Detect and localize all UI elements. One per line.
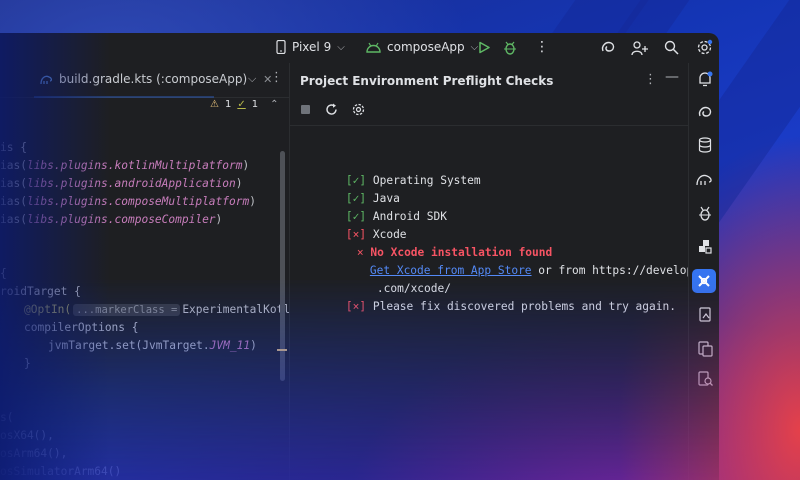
ai-icon[interactable] bbox=[695, 103, 715, 123]
ide-window: Pixel 9 ⌵ composeApp ⌵ ⋮ build.gradle.kt… bbox=[0, 33, 719, 480]
code-line: } bbox=[24, 357, 31, 370]
settings-icon[interactable] bbox=[352, 103, 365, 116]
tab-underline bbox=[34, 96, 214, 98]
phone-icon bbox=[276, 40, 286, 54]
device-explorer-icon[interactable] bbox=[695, 369, 715, 389]
code-line: is { bbox=[0, 141, 27, 154]
running-devices-icon[interactable] bbox=[695, 339, 715, 359]
inspection-widget[interactable]: ⚠ 1 ✓ 1 ⌃ ⌄ bbox=[210, 99, 299, 110]
gradle-file-icon bbox=[40, 73, 53, 85]
editor-scrollbar[interactable] bbox=[280, 151, 285, 381]
code-line: osX64(), bbox=[0, 429, 54, 442]
final-status-row: [×] Please fix discovered problems and t… bbox=[292, 287, 676, 326]
code-line: ias(libs.plugins.androidApplication) bbox=[0, 177, 243, 190]
more-actions-button[interactable]: ⋮ bbox=[535, 39, 549, 55]
config-label: composeApp bbox=[387, 40, 465, 54]
app-inspection-icon[interactable] bbox=[695, 305, 715, 325]
tab-label: build.gradle.kts (:composeApp) bbox=[59, 72, 248, 86]
code-line: ias(libs.plugins.composeMultiplatform) bbox=[0, 195, 256, 208]
parameter-hint: ...markerClass = bbox=[73, 304, 181, 316]
settings-button[interactable] bbox=[696, 39, 713, 56]
rerun-button[interactable] bbox=[325, 103, 338, 116]
code-editor: build.gradle.kts (:composeApp) ✕ ⌵ ⋮ ⚠ 1… bbox=[0, 63, 324, 480]
warning-stripe-marker[interactable] bbox=[277, 349, 287, 351]
weak-warnings-count: 1 bbox=[251, 99, 259, 110]
final-message: Please fix discovered problems and try a… bbox=[372, 300, 676, 313]
code-line: roidTarget { bbox=[0, 285, 81, 298]
code-line: jvmTarget.set(JvmTarget.JVM_11) bbox=[48, 339, 257, 352]
warnings-count: 1 bbox=[224, 99, 232, 110]
options-icon[interactable]: ⋮ bbox=[644, 72, 657, 87]
device-manager-icon[interactable] bbox=[695, 237, 715, 257]
device-label: Pixel 9 bbox=[292, 40, 332, 54]
tool-window-title: Project Environment Preflight Checks bbox=[300, 74, 554, 88]
editor-tab-bar: build.gradle.kts (:composeApp) ✕ ⌵ ⋮ bbox=[0, 63, 289, 98]
gradle-icon[interactable] bbox=[695, 169, 715, 189]
debug-button[interactable] bbox=[503, 40, 517, 55]
editor-tab[interactable]: build.gradle.kts (:composeApp) ✕ bbox=[40, 72, 272, 86]
main-toolbar: Pixel 9 ⌵ composeApp ⌵ ⋮ bbox=[0, 33, 719, 63]
run-config-selector[interactable]: composeApp ⌵ bbox=[366, 40, 478, 54]
kotlin-multiplatform-icon[interactable] bbox=[692, 269, 716, 293]
database-icon[interactable] bbox=[695, 135, 715, 155]
previous-highlight-icon[interactable]: ⌃ bbox=[270, 99, 278, 110]
device-selector[interactable]: Pixel 9 ⌵ bbox=[276, 40, 345, 54]
ai-assistant-button[interactable] bbox=[600, 40, 616, 56]
add-user-button[interactable] bbox=[631, 40, 648, 56]
chevron-down-icon: ⌵ bbox=[337, 41, 345, 53]
chevron-down-icon[interactable]: ⌵ bbox=[248, 72, 256, 86]
right-tool-stripe bbox=[688, 63, 719, 480]
tab-more-icon[interactable]: ⋮ bbox=[270, 70, 283, 85]
tool-window-actions bbox=[300, 103, 365, 116]
code-line: s( bbox=[0, 411, 14, 424]
code-line: { bbox=[0, 267, 7, 280]
notifications-icon[interactable] bbox=[695, 69, 715, 89]
code-line: @OptIn(...markerClass = ExperimentalKotli… bbox=[24, 303, 324, 316]
android-icon bbox=[366, 42, 381, 53]
weak-warning-icon: ✓ bbox=[237, 99, 246, 110]
code-line: osSimulatorArm64() bbox=[0, 465, 122, 478]
code-line: ias(libs.plugins.kotlinMultiplatform) bbox=[0, 159, 250, 172]
run-button[interactable] bbox=[478, 41, 490, 54]
bug-icon[interactable] bbox=[695, 203, 715, 223]
minimize-icon[interactable]: — bbox=[665, 69, 679, 85]
stop-button[interactable] bbox=[300, 104, 311, 115]
final-status: [×] bbox=[345, 300, 367, 313]
code-line: compilerOptions { bbox=[24, 321, 139, 334]
code-line: ias(libs.plugins.composeCompiler) bbox=[0, 213, 223, 226]
warning-icon: ⚠ bbox=[210, 99, 219, 110]
tool-window-header: Project Environment Preflight Checks ⋮ — bbox=[290, 63, 688, 97]
preflight-tool-window: Project Environment Preflight Checks ⋮ —… bbox=[290, 63, 719, 480]
search-button[interactable] bbox=[664, 40, 679, 55]
code-line: osArm64(), bbox=[0, 447, 68, 460]
